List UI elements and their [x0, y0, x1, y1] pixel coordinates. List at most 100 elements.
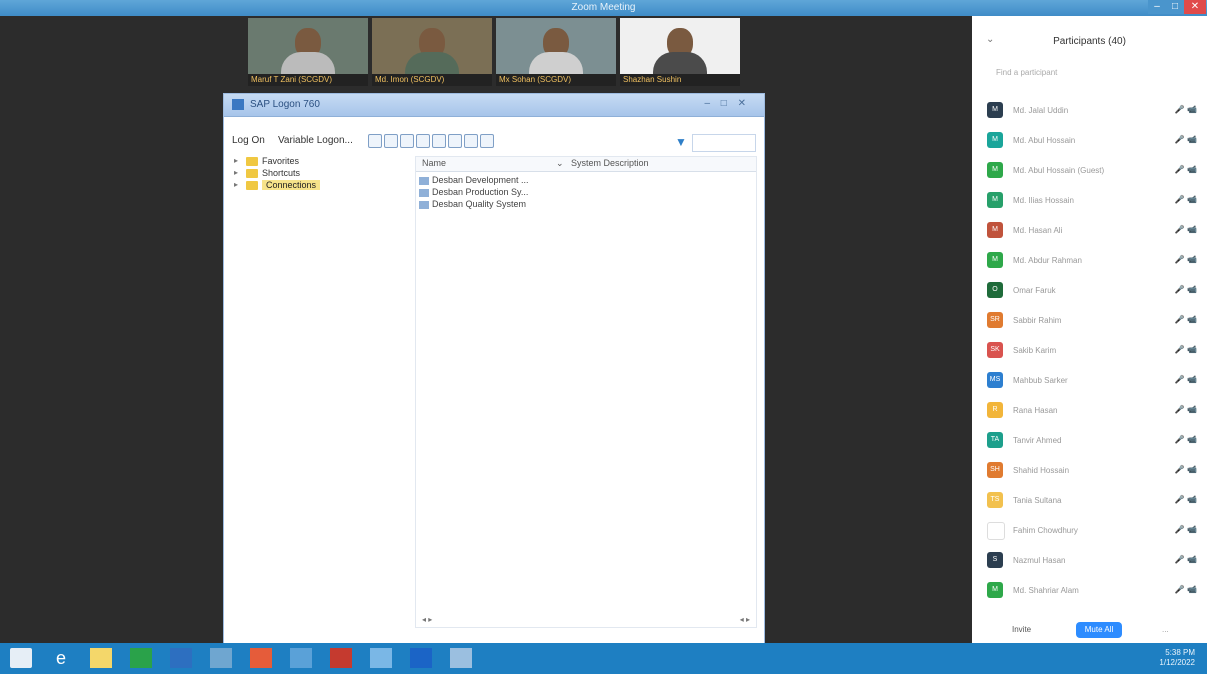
mic-video-status-icon[interactable]: 🎤 📹: [1175, 285, 1197, 294]
participant-search-input[interactable]: Find a participant: [996, 68, 1186, 82]
participant-row[interactable]: M Md. Hasan Ali 🎤 📹: [987, 222, 1197, 242]
participant-row[interactable]: S Nazmul Hasan 🎤 📹: [987, 552, 1197, 572]
participant-row[interactable]: M Md. Abul Hossain 🎤 📹: [987, 132, 1197, 152]
sap-logon-window: SAP Logon 760 – □ ✕ Log On Variable Logo…: [223, 93, 765, 645]
mic-video-status-icon[interactable]: 🎤 📹: [1175, 585, 1197, 594]
invite-button[interactable]: Invite: [1012, 625, 1031, 634]
zoom-icon[interactable]: [370, 648, 392, 668]
video-tile-2[interactable]: Md. Imon (SCGDV): [372, 18, 492, 86]
mic-video-status-icon[interactable]: 🎤 📹: [1175, 405, 1197, 414]
participant-row[interactable]: SH Shahid Hossain 🎤 📹: [987, 462, 1197, 482]
mic-video-status-icon[interactable]: 🎤 📹: [1175, 255, 1197, 264]
system-row[interactable]: Desban Quality System: [416, 199, 566, 211]
avatar: M: [987, 132, 1003, 148]
edit-icon[interactable]: [384, 134, 398, 148]
excel-icon[interactable]: [130, 648, 152, 668]
mic-video-status-icon[interactable]: 🎤 📹: [1175, 555, 1197, 564]
participant-row[interactable]: TA Tanvir Ahmed 🎤 📹: [987, 432, 1197, 452]
chrome-icon[interactable]: [250, 648, 272, 668]
sap-titlebar[interactable]: SAP Logon 760 – □ ✕: [224, 94, 764, 117]
mic-video-status-icon[interactable]: 🎤 📹: [1175, 495, 1197, 504]
avatar: M: [987, 192, 1003, 208]
mic-video-status-icon[interactable]: 🎤 📹: [1175, 195, 1197, 204]
sap-window-controls[interactable]: – □ ✕: [704, 98, 750, 109]
video-tile-3[interactable]: Mx Sohan (SCGDV): [496, 18, 616, 86]
participant-row[interactable]: TS Tania Sultana 🎤 📹: [987, 492, 1197, 512]
participant-row[interactable]: R Rana Hasan 🎤 📹: [987, 402, 1197, 422]
filter-icon[interactable]: ▼: [675, 135, 687, 149]
word-icon[interactable]: [290, 648, 312, 668]
mic-video-status-icon[interactable]: 🎤 📹: [1175, 225, 1197, 234]
mic-video-status-icon[interactable]: 🎤 📹: [1175, 345, 1197, 354]
view-list-icon[interactable]: [432, 134, 446, 148]
start-icon[interactable]: [10, 648, 32, 668]
avatar: MS: [987, 372, 1003, 388]
minimize-button[interactable]: –: [1148, 0, 1166, 14]
system-row[interactable]: Desban Development ...: [416, 175, 566, 187]
logon-button[interactable]: Log On: [232, 135, 265, 146]
participant-row[interactable]: Fahim Chowdhury 🎤 📹: [987, 522, 1197, 542]
participant-name: Md. Imon (SCGDV): [372, 74, 492, 86]
window-titlebar: Zoom Meeting – □ ✕: [0, 0, 1207, 16]
mic-video-status-icon[interactable]: 🎤 📹: [1175, 465, 1197, 474]
participant-name: Sabbir Rahim: [1013, 316, 1062, 325]
properties-icon[interactable]: [464, 134, 478, 148]
participant-name: Md. Hasan Ali: [1013, 226, 1063, 235]
variable-logon-button[interactable]: Variable Logon...: [278, 135, 353, 146]
participant-row[interactable]: SR Sabbir Rahim 🎤 📹: [987, 312, 1197, 332]
video-tile-1[interactable]: Maruf T Zani (SCGDV): [248, 18, 368, 86]
avatar: M: [987, 222, 1003, 238]
participant-name: Md. Abdur Rahman: [1013, 256, 1082, 265]
participant-row[interactable]: M Md. Abdur Rahman 🎤 📹: [987, 252, 1197, 272]
mic-video-status-icon[interactable]: 🎤 📹: [1175, 135, 1197, 144]
mic-video-status-icon[interactable]: 🎤 📹: [1175, 315, 1197, 324]
paint-icon[interactable]: [210, 648, 232, 668]
participant-row[interactable]: M Md. Jalal Uddin 🎤 📹: [987, 102, 1197, 122]
mic-video-status-icon[interactable]: 🎤 📹: [1175, 525, 1197, 534]
tree-item-connections[interactable]: ▸ Connections: [232, 180, 412, 192]
participant-row[interactable]: O Omar Faruk 🎤 📹: [987, 282, 1197, 302]
participant-row[interactable]: M Md. Shahriar Alam 🎤 📹: [987, 582, 1197, 602]
video-feed: [372, 18, 492, 76]
avatar: S: [987, 552, 1003, 568]
mute-all-button[interactable]: Mute All: [1076, 622, 1122, 638]
avatar: SH: [987, 462, 1003, 478]
participants-panel: ⌄ Participants (40) Find a participant M…: [972, 16, 1207, 643]
skype-icon[interactable]: [170, 648, 192, 668]
participant-name: Md. Ilias Hossain: [1013, 196, 1074, 205]
list-scrollbar[interactable]: ◂ ▸ ◂ ▸: [416, 615, 756, 627]
new-entry-icon[interactable]: [368, 134, 382, 148]
acrobat-icon[interactable]: [330, 648, 352, 668]
app-icon[interactable]: [450, 648, 472, 668]
sap-icon[interactable]: [410, 648, 432, 668]
mic-video-status-icon[interactable]: 🎤 📹: [1175, 105, 1197, 114]
column-name[interactable]: Name: [422, 158, 446, 168]
participant-row[interactable]: M Md. Abul Hossain (Guest) 🎤 📹: [987, 162, 1197, 182]
participant-name: Md. Jalal Uddin: [1013, 106, 1069, 115]
participant-row[interactable]: M Md. Ilias Hossain 🎤 📹: [987, 192, 1197, 212]
video-tile-4[interactable]: Shazhan Sushin: [620, 18, 740, 86]
maximize-button[interactable]: □: [1166, 0, 1184, 14]
mic-video-status-icon[interactable]: 🎤 📹: [1175, 435, 1197, 444]
delete-icon[interactable]: [416, 134, 430, 148]
mic-video-status-icon[interactable]: 🎤 📹: [1175, 165, 1197, 174]
participant-row[interactable]: MS Mahbub Sarker 🎤 📹: [987, 372, 1197, 392]
sap-search-input[interactable]: [692, 134, 756, 152]
sort-icon[interactable]: ⌄: [556, 158, 564, 169]
avatar: M: [987, 102, 1003, 118]
tree-item-favorites[interactable]: ▸ Favorites: [232, 156, 412, 168]
more-button[interactable]: ...: [1162, 625, 1169, 634]
tree-item-shortcuts[interactable]: ▸ Shortcuts: [232, 168, 412, 180]
settings-icon[interactable]: [480, 134, 494, 148]
avatar: TA: [987, 432, 1003, 448]
close-button[interactable]: ✕: [1184, 0, 1206, 14]
column-description[interactable]: System Description: [571, 158, 649, 168]
mic-video-status-icon[interactable]: 🎤 📹: [1175, 375, 1197, 384]
participant-row[interactable]: SK Sakib Karim 🎤 📹: [987, 342, 1197, 362]
copy-icon[interactable]: [400, 134, 414, 148]
ie-icon[interactable]: e: [50, 648, 72, 668]
sap-toolbar: Log On Variable Logon... ▼: [224, 130, 764, 154]
view-tile-icon[interactable]: [448, 134, 462, 148]
system-row[interactable]: Desban Production Sy...: [416, 187, 566, 199]
explorer-icon[interactable]: [90, 648, 112, 668]
